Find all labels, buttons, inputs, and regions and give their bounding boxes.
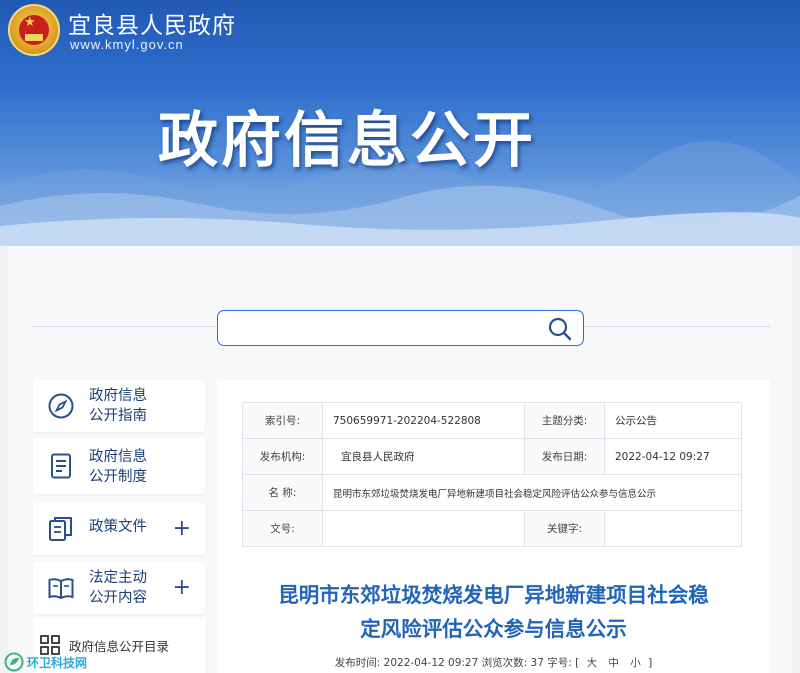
watermark: 环卫科技网 xyxy=(4,652,87,672)
banner-title: 政府信息公开 xyxy=(158,106,536,176)
sidebar-item-label: 公开内容 xyxy=(89,590,147,606)
book-icon xyxy=(48,578,74,600)
leaf-logo-icon xyxy=(4,652,24,672)
index-value: 750659971-202204-522808 xyxy=(322,402,525,439)
topic-label: 主题分类: xyxy=(524,402,605,439)
divider-left xyxy=(32,326,217,327)
font-bracket: ] xyxy=(648,657,653,669)
date-value: 2022-04-12 09:27 xyxy=(604,438,742,475)
font-size-label: 字号: xyxy=(547,657,572,669)
docno-value xyxy=(322,510,525,547)
header-banner: ★ 宜良县人民政府 www.kmyl.gov.cn 政府信息公开 xyxy=(0,0,800,246)
font-small-button[interactable]: 小 xyxy=(630,657,641,669)
publish-time: 2022-04-12 09:27 xyxy=(383,657,479,669)
sidebar-item-statutory[interactable]: 法定主动 公开内容 + xyxy=(33,562,205,614)
org-label: 发布机构: xyxy=(242,438,323,475)
views-count: 37 xyxy=(530,657,544,669)
expand-plus-icon[interactable]: + xyxy=(173,577,191,599)
content-area: 索引号: 750659971-202204-522808 主题分类: 公示公告 … xyxy=(217,380,770,673)
name-label: 名 称: xyxy=(242,474,323,511)
article-title-line: 昆明市东郊垃圾焚烧发电厂异地新建项目社会稳 xyxy=(278,583,709,607)
compass-icon xyxy=(48,393,74,419)
table-row: 文号: 关键字: xyxy=(242,510,742,547)
table-row: 索引号: 750659971-202204-522808 主题分类: 公示公告 xyxy=(242,402,742,439)
sidebar-item-policy[interactable]: 政策文件 + xyxy=(33,503,205,555)
search-input[interactable] xyxy=(228,317,528,339)
article-title: 昆明市东郊垃圾焚烧发电厂异地新建项目社会稳 定风险评估公众参与信息公示 xyxy=(217,578,770,646)
org-value: 宜良县人民政府 xyxy=(322,438,525,475)
docno-label: 文号: xyxy=(242,510,323,547)
publish-label: 发布时间: xyxy=(334,657,381,669)
font-medium-button[interactable]: 中 xyxy=(608,657,619,669)
sidebar-item-label: 政策文件 xyxy=(89,519,147,535)
sidebar-item-label: 法定主动 xyxy=(89,570,147,586)
files-icon xyxy=(49,517,72,541)
sidebar-item-system[interactable]: 政府信息 公开制度 xyxy=(33,438,205,494)
topic-value: 公示公告 xyxy=(604,402,742,439)
document-icon xyxy=(51,453,71,479)
article-title-line: 定风险评估公众参与信息公示 xyxy=(360,617,627,641)
table-row: 发布机构: 宜良县人民政府 发布日期: 2022-04-12 09:27 xyxy=(242,438,742,475)
site-name[interactable]: 宜良县人民政府 xyxy=(68,6,236,40)
sidebar-item-label: 公开制度 xyxy=(89,469,147,485)
divider-right xyxy=(584,326,770,327)
expand-plus-icon[interactable]: + xyxy=(173,518,191,540)
font-bracket: [ xyxy=(575,657,580,669)
site-url[interactable]: www.kmyl.gov.cn xyxy=(70,37,184,52)
name-value: 昆明市东郊垃圾焚烧发电厂异地新建项目社会稳定风险评估公众参与信息公示 xyxy=(322,474,742,511)
sidebar-item-label: 政府信息 xyxy=(89,449,147,465)
search-icon[interactable] xyxy=(547,316,573,342)
table-row: 名 称: 昆明市东郊垃圾焚烧发电厂异地新建项目社会稳定风险评估公众参与信息公示 xyxy=(242,474,742,511)
search-box xyxy=(217,310,584,346)
index-label: 索引号: xyxy=(242,402,323,439)
watermark-text: 环卫科技网 xyxy=(27,655,88,670)
keyword-label: 关键字: xyxy=(524,510,605,547)
sidebar-item-label: 政府信息 xyxy=(89,388,147,404)
date-label: 发布日期: xyxy=(524,438,605,475)
article-meta: 发布时间: 2022-04-12 09:27 浏览次数: 37 字号: [ 大 … xyxy=(217,655,770,670)
views-label: 浏览次数: xyxy=(481,657,528,669)
meta-table: 索引号: 750659971-202204-522808 主题分类: 公示公告 … xyxy=(242,402,742,547)
sidebar-item-guide[interactable]: 政府信息 公开指南 xyxy=(33,380,205,432)
font-large-button[interactable]: 大 xyxy=(587,657,598,669)
sidebar-item-label: 公开指南 xyxy=(89,408,147,424)
national-emblem-icon[interactable]: ★ xyxy=(8,4,60,56)
keyword-value xyxy=(604,510,742,547)
